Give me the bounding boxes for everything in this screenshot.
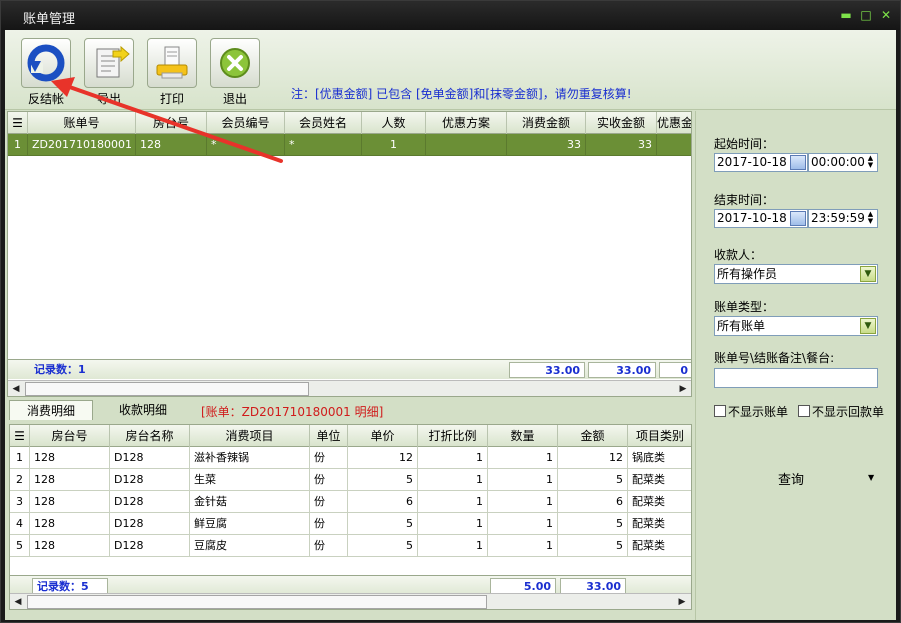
- chevron-down-icon[interactable]: ▼: [860, 266, 876, 282]
- spin-icon[interactable]: ▲ ▼: [865, 211, 876, 226]
- chevron-down-icon[interactable]: ▼: [860, 318, 876, 334]
- start-date-field[interactable]: 2017-10-18: [714, 153, 808, 172]
- detail-grid-footer: 记录数：5 5.00 33.00: [10, 575, 691, 595]
- scroll-right-icon[interactable]: ▶: [675, 381, 691, 396]
- unsettle-label: 反结帐: [27, 92, 64, 106]
- col-received[interactable]: 实收金额: [586, 112, 657, 134]
- table-row[interactable]: 1 128 D128 滋补香辣锅份 12 1 1 12 锅底类: [10, 447, 691, 469]
- col-unit[interactable]: 单位: [310, 425, 348, 447]
- scroll-thumb[interactable]: [27, 595, 487, 609]
- scroll-right-icon[interactable]: ▶: [674, 594, 690, 609]
- bill-management-window: 账单管理 ▬ □ ✕ 反结帐 导出 打印 退出 注：[优惠金额] 已包含 [免单…: [0, 0, 901, 623]
- close-icon[interactable]: ✕: [879, 8, 893, 22]
- bill-grid-header: ☰ 账单号 房台号 会员编号 会员姓名 人数 优惠方案 消费金额 实收金额 优惠…: [8, 112, 691, 134]
- client-area: 反结帐 导出 打印 退出 注：[优惠金额] 已包含 [免单金额]和[抹零金额]，…: [5, 30, 896, 620]
- hide-refund-label: 不显示回款单: [812, 405, 885, 419]
- bill-grid: ☰ 账单号 房台号 会员编号 会员姓名 人数 优惠方案 消费金额 实收金额 优惠…: [7, 111, 692, 397]
- toolbar: 反结帐 导出 打印 退出 注：[优惠金额] 已包含 [免单金额]和[抹零金额]，…: [5, 30, 896, 110]
- scroll-left-icon[interactable]: ◀: [10, 594, 26, 609]
- col-qty[interactable]: 数量: [488, 425, 558, 447]
- col-bill-no[interactable]: 账单号: [28, 112, 136, 134]
- start-time-label: 起始时间：: [714, 137, 775, 151]
- col-room-name[interactable]: 房台名称: [110, 425, 190, 447]
- col-member-no[interactable]: 会员编号: [207, 112, 285, 134]
- query-button[interactable]: 查询: [778, 469, 804, 488]
- consume-total: 33.00: [509, 362, 585, 378]
- col-price[interactable]: 单价: [348, 425, 418, 447]
- tab-payment-detail[interactable]: 收款明细: [101, 400, 185, 420]
- cashier-label: 收款人：: [714, 248, 763, 262]
- start-time-field[interactable]: 00:00:00 ▲ ▼: [808, 153, 878, 172]
- tab-consume-detail[interactable]: 消费明细: [9, 400, 93, 420]
- table-row[interactable]: 1 ZD201710180001 128 * * 1 33 33: [8, 134, 691, 156]
- col-amount[interactable]: 金额: [558, 425, 628, 447]
- col-plan[interactable]: 优惠方案: [426, 112, 507, 134]
- amount-total: 33.00: [560, 578, 626, 594]
- col-member-name[interactable]: 会员姓名: [285, 112, 362, 134]
- col-discount-rate[interactable]: 打折比例: [418, 425, 488, 447]
- record-count: 记录数：5: [32, 578, 108, 594]
- col-people[interactable]: 人数: [362, 112, 426, 134]
- col-category[interactable]: 项目类别: [628, 425, 691, 447]
- end-time-field[interactable]: 23:59:59 ▲ ▼: [808, 209, 878, 228]
- export-button[interactable]: 导出: [82, 38, 136, 106]
- scroll-thumb[interactable]: [25, 382, 309, 396]
- detail-grid: ☰ 房台号 房台名称 消费项目 单位 单价 打折比例 数量 金额 项目类别 11…: [9, 424, 692, 610]
- export-icon: [84, 38, 134, 88]
- window-title: 账单管理: [23, 12, 76, 27]
- bill-type-select[interactable]: 所有账单 ▼: [714, 316, 878, 336]
- title-bar: 账单管理 ▬ □ ✕: [1, 1, 900, 30]
- detail-grid-hscrollbar[interactable]: ◀ ▶: [10, 593, 691, 609]
- bill-grid-hscrollbar[interactable]: ◀ ▶: [8, 380, 691, 396]
- hide-bill-checkbox[interactable]: [714, 405, 726, 417]
- hide-refund-checkbox[interactable]: [798, 405, 810, 417]
- print-label: 打印: [159, 92, 184, 106]
- chevron-down-icon[interactable]: ▼: [868, 473, 874, 482]
- print-icon: [147, 38, 197, 88]
- bill-type-label: 账单类型：: [714, 300, 775, 314]
- maximize-icon[interactable]: □: [859, 8, 873, 22]
- table-row[interactable]: 3 128 D128 金针菇份 6 1 1 6 配菜类: [10, 491, 691, 513]
- grid-menu-icon[interactable]: ☰: [10, 425, 30, 447]
- scroll-left-icon[interactable]: ◀: [8, 381, 24, 396]
- calendar-icon[interactable]: [790, 211, 806, 226]
- undo-icon: [21, 38, 71, 88]
- cashier-select[interactable]: 所有操作员 ▼: [714, 264, 878, 284]
- detail-tabs: 消费明细 收款明细 [账单：ZD201710180001 明细]: [9, 400, 692, 420]
- col-room[interactable]: 房台号: [30, 425, 110, 447]
- notice-text: 注：[优惠金额] 已包含 [免单金额]和[抹零金额]，请勿重复核算!: [291, 87, 632, 101]
- discount-total: 0: [659, 362, 691, 378]
- received-total: 33.00: [588, 362, 656, 378]
- table-row[interactable]: 5 128 D128 豆腐皮份 5 1 1 5 配菜类: [10, 535, 691, 557]
- table-row[interactable]: 2 128 D128 生菜份 5 1 1 5 配菜类: [10, 469, 691, 491]
- qty-total: 5.00: [490, 578, 556, 594]
- end-date-field[interactable]: 2017-10-18: [714, 209, 808, 228]
- minimize-icon[interactable]: ▬: [839, 8, 853, 22]
- table-row[interactable]: 4 128 D128 鲜豆腐份 5 1 1 5 配菜类: [10, 513, 691, 535]
- calendar-icon[interactable]: [790, 155, 806, 170]
- detail-grid-header: ☰ 房台号 房台名称 消费项目 单位 单价 打折比例 数量 金额 项目类别: [10, 425, 691, 447]
- hide-bill-label: 不显示账单: [728, 405, 789, 419]
- filter-panel: 起始时间： 2017-10-18 00:00:00 ▲ ▼ 结束时间： 2017-…: [695, 111, 896, 620]
- exit-icon: [210, 38, 260, 88]
- record-count: 记录数：1: [34, 363, 86, 376]
- search-label: 账单号\结账备注\餐台:: [714, 351, 835, 365]
- col-discount[interactable]: 优惠金: [657, 112, 691, 134]
- col-consume[interactable]: 消费金额: [507, 112, 586, 134]
- grid-menu-icon[interactable]: ☰: [8, 112, 28, 134]
- bill-grid-footer: 记录数：1 33.00 33.00 0: [8, 359, 691, 379]
- unsettle-button[interactable]: 反结帐: [19, 38, 73, 106]
- exit-button[interactable]: 退出: [208, 38, 262, 106]
- end-time-label: 结束时间：: [714, 193, 775, 207]
- spin-icon[interactable]: ▲ ▼: [865, 155, 876, 170]
- col-room[interactable]: 房台号: [136, 112, 207, 134]
- exit-label: 退出: [222, 92, 247, 106]
- export-label: 导出: [96, 92, 121, 106]
- search-input[interactable]: [714, 368, 878, 388]
- col-item[interactable]: 消费项目: [190, 425, 310, 447]
- print-button[interactable]: 打印: [145, 38, 199, 106]
- bill-note: [账单：ZD201710180001 明细]: [201, 405, 384, 419]
